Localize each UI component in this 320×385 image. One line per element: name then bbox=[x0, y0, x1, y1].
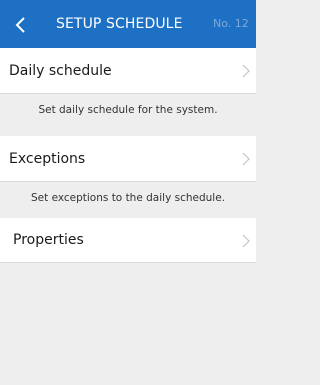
chevron-right-icon bbox=[242, 152, 250, 166]
menu-item-exceptions[interactable]: Exceptions bbox=[0, 136, 256, 182]
menu-item-label: Properties bbox=[13, 232, 84, 248]
chevron-left-icon bbox=[15, 17, 25, 33]
chevron-right-icon bbox=[242, 64, 250, 78]
menu-item-label: Daily schedule bbox=[9, 63, 112, 79]
description-text: Set daily schedule for the system. bbox=[38, 104, 218, 116]
menu-item-label: Exceptions bbox=[9, 151, 86, 167]
page-title: SETUP SCHEDULE bbox=[56, 16, 183, 32]
page-number: No. 12 bbox=[213, 17, 249, 30]
description-text: Set exceptions to the daily schedule. bbox=[30, 192, 226, 204]
chevron-right-icon bbox=[242, 234, 250, 248]
menu-item-daily-schedule[interactable]: Daily schedule bbox=[0, 48, 256, 94]
header-bar: SETUP SCHEDULE No. 12 bbox=[0, 0, 256, 48]
back-button[interactable] bbox=[6, 11, 34, 39]
menu-item-properties[interactable]: Properties bbox=[0, 218, 256, 263]
menu-item-description: Set daily schedule for the system. bbox=[0, 94, 256, 136]
